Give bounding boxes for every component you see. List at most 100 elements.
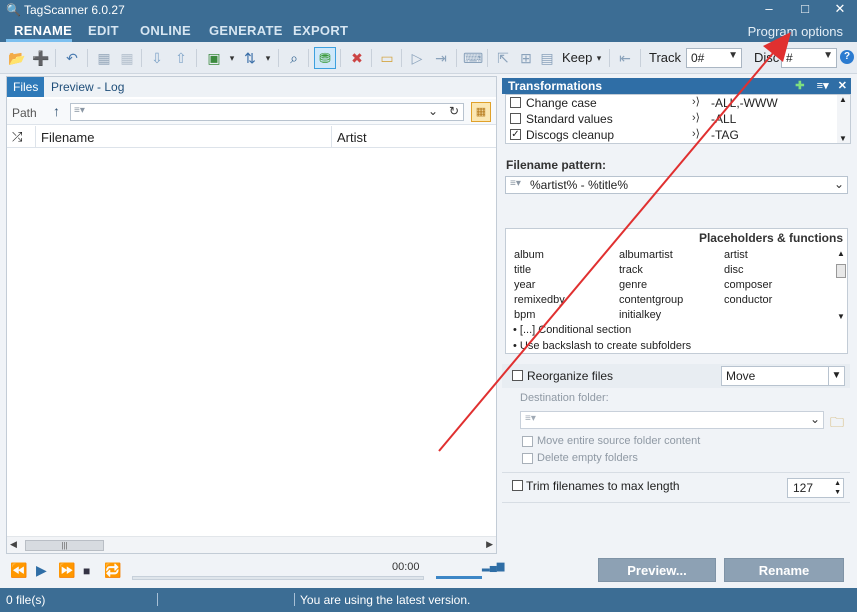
transformation-checkbox[interactable] — [510, 97, 521, 108]
invert-selection-icon[interactable]: ▦ — [118, 49, 136, 67]
select-frame-icon[interactable]: ▣ — [205, 49, 223, 67]
filename-pattern-input[interactable]: ≡▾ %artist% - %title% ⌄ — [505, 176, 848, 194]
transformation-item[interactable]: ✓ Discogs cleanup ›⟩ -TAG — [506, 127, 836, 143]
placeholder-item[interactable]: album — [514, 249, 544, 261]
minimize-button[interactable]: – — [752, 0, 786, 20]
placeholder-item[interactable]: track — [619, 264, 643, 276]
placeholder-item[interactable]: artist — [724, 249, 748, 261]
transformation-checkbox[interactable] — [510, 113, 521, 124]
tab-files[interactable]: Files — [7, 77, 45, 97]
transformations-scrollbar[interactable]: ▲ ▼ — [837, 95, 850, 143]
scroll-right-icon[interactable]: ▶ — [486, 539, 493, 550]
select-all-icon[interactable]: ▦ — [95, 49, 113, 67]
chevron-down-icon[interactable]: ▾ — [259, 49, 277, 67]
scroll-up-icon[interactable]: ▲ — [837, 249, 845, 258]
trim-length-stepper[interactable]: 127 ▲ ▼ — [787, 478, 844, 498]
trim-label[interactable]: Trim filenames to max length — [526, 479, 680, 493]
numbering-icon[interactable]: ⇤ — [616, 49, 634, 67]
browse-folder-icon[interactable]: 🗀 — [830, 412, 844, 436]
shuffle-icon[interactable]: ⤮ — [12, 129, 22, 145]
keep-label[interactable]: Keep — [562, 50, 592, 65]
chevron-down-icon[interactable]: ▾ — [590, 49, 608, 67]
rewind-icon[interactable]: ⏪ — [10, 562, 27, 579]
help-icon[interactable]: ? — [840, 50, 854, 64]
maximize-button[interactable]: □ — [788, 0, 822, 20]
delete-empty-checkbox[interactable] — [522, 453, 533, 464]
placeholder-item[interactable]: year — [514, 279, 535, 291]
preview-button[interactable]: Preview... — [598, 558, 716, 582]
destination-folder-input[interactable]: ≡▾ ⌄ — [520, 411, 824, 429]
column-divider[interactable] — [331, 126, 332, 148]
placeholder-item[interactable]: conductor — [724, 294, 772, 306]
scroll-thumb[interactable]: ||| — [25, 540, 104, 551]
placeholder-item[interactable]: composer — [724, 279, 772, 291]
transformation-checkbox-checked[interactable]: ✓ — [510, 129, 521, 140]
playback-progress[interactable] — [132, 576, 424, 580]
track-format-select[interactable]: 0# ▼ — [686, 48, 742, 68]
transformation-item[interactable]: Standard values ›⟩ -ALL — [506, 111, 836, 127]
tab-generate[interactable]: GENERATE — [209, 23, 283, 38]
folder-icon[interactable]: ▭ — [378, 49, 396, 67]
add-icon[interactable]: ✚ — [795, 80, 804, 92]
refresh-icon[interactable]: ↻ — [449, 104, 459, 118]
placeholder-item[interactable]: contentgroup — [619, 294, 683, 306]
trim-checkbox[interactable] — [512, 480, 523, 491]
tab-export[interactable]: EXPORT — [293, 23, 348, 38]
program-options-link[interactable]: Program options — [748, 24, 843, 39]
image-icon[interactable]: ⊞ — [517, 49, 535, 67]
page-icon[interactable]: ▤ — [538, 49, 556, 67]
tab-preview-log[interactable]: Preview - Log — [45, 77, 130, 97]
disc-format-select[interactable]: # ▼ — [781, 48, 837, 68]
placeholders-scrollbar[interactable]: ▲ ▼ — [835, 249, 847, 321]
scroll-down-icon[interactable]: ▼ — [839, 134, 847, 143]
reorganize-mode-select[interactable]: Move ▼ — [721, 366, 845, 386]
placeholder-item[interactable]: disc — [724, 264, 744, 276]
search-icon[interactable]: ⌕ — [285, 49, 303, 67]
tab-edit[interactable]: EDIT — [88, 23, 119, 38]
export-file-icon[interactable]: ⇥ — [432, 49, 450, 67]
placeholder-item[interactable]: initialkey — [619, 309, 661, 321]
placeholder-item[interactable]: albumartist — [619, 249, 673, 261]
scroll-up-icon[interactable]: ▲ — [839, 95, 847, 104]
placeholder-item[interactable]: bpm — [514, 309, 535, 321]
browse-folder-button[interactable]: ▦ — [471, 102, 491, 122]
path-input[interactable]: ≡▾ ⌄ ↻ — [70, 103, 464, 121]
add-folder-icon[interactable]: ➕ — [32, 49, 50, 67]
counter-icon[interactable]: ⌨ — [463, 49, 483, 67]
placeholder-item[interactable]: title — [514, 264, 531, 276]
chevron-down-icon[interactable]: ▾ — [223, 49, 241, 67]
column-filename[interactable]: Filename — [41, 130, 94, 145]
scroll-left-icon[interactable]: ◀ — [10, 539, 17, 550]
close-button[interactable]: ✕ — [823, 0, 857, 20]
menu-icon[interactable]: ≡▾ — [817, 80, 829, 92]
rename-button[interactable]: Rename — [724, 558, 844, 582]
horizontal-scrollbar[interactable]: ◀ ||| ▶ — [7, 536, 496, 553]
open-folder-icon[interactable]: 📂 — [8, 49, 26, 67]
chevron-down-icon[interactable]: ⌄ — [428, 104, 438, 118]
chevron-down-icon[interactable]: ⌄ — [834, 177, 844, 191]
fast-forward-icon[interactable]: ⏩ — [58, 562, 75, 579]
transformation-item[interactable]: Change case ›⟩ -ALL,-WWW — [506, 95, 836, 111]
repeat-icon[interactable]: 🔁 — [104, 562, 121, 579]
import-icon[interactable]: ⇱ — [494, 49, 512, 67]
arrow-up-icon[interactable]: ↑ — [53, 103, 60, 119]
chevron-down-icon[interactable]: ⌄ — [810, 412, 820, 426]
play-file-icon[interactable]: ▷ — [408, 49, 426, 67]
column-artist[interactable]: Artist — [337, 130, 367, 145]
placeholder-item[interactable]: remixedby — [514, 294, 565, 306]
move-down-icon[interactable]: ⇩ — [148, 49, 166, 67]
tab-online[interactable]: ONLINE — [140, 23, 191, 38]
volume-slider[interactable] — [436, 576, 482, 579]
close-icon[interactable]: ✕ — [838, 80, 847, 92]
play-icon[interactable]: ▶ — [36, 562, 47, 579]
filter-toggle-icon[interactable]: ⛃ — [314, 47, 336, 69]
stepper-arrows-icon[interactable]: ▲ ▼ — [834, 479, 841, 497]
placeholder-item[interactable]: genre — [619, 279, 647, 291]
remove-tags-icon[interactable]: ✖ — [348, 49, 366, 67]
scroll-down-icon[interactable]: ▼ — [837, 312, 845, 321]
sort-icon[interactable]: ⇅ — [241, 49, 259, 67]
move-entire-checkbox[interactable] — [522, 436, 533, 447]
reorganize-checkbox[interactable] — [512, 370, 523, 381]
scroll-thumb[interactable] — [836, 264, 846, 278]
tab-rename[interactable]: RENAME — [14, 23, 72, 38]
